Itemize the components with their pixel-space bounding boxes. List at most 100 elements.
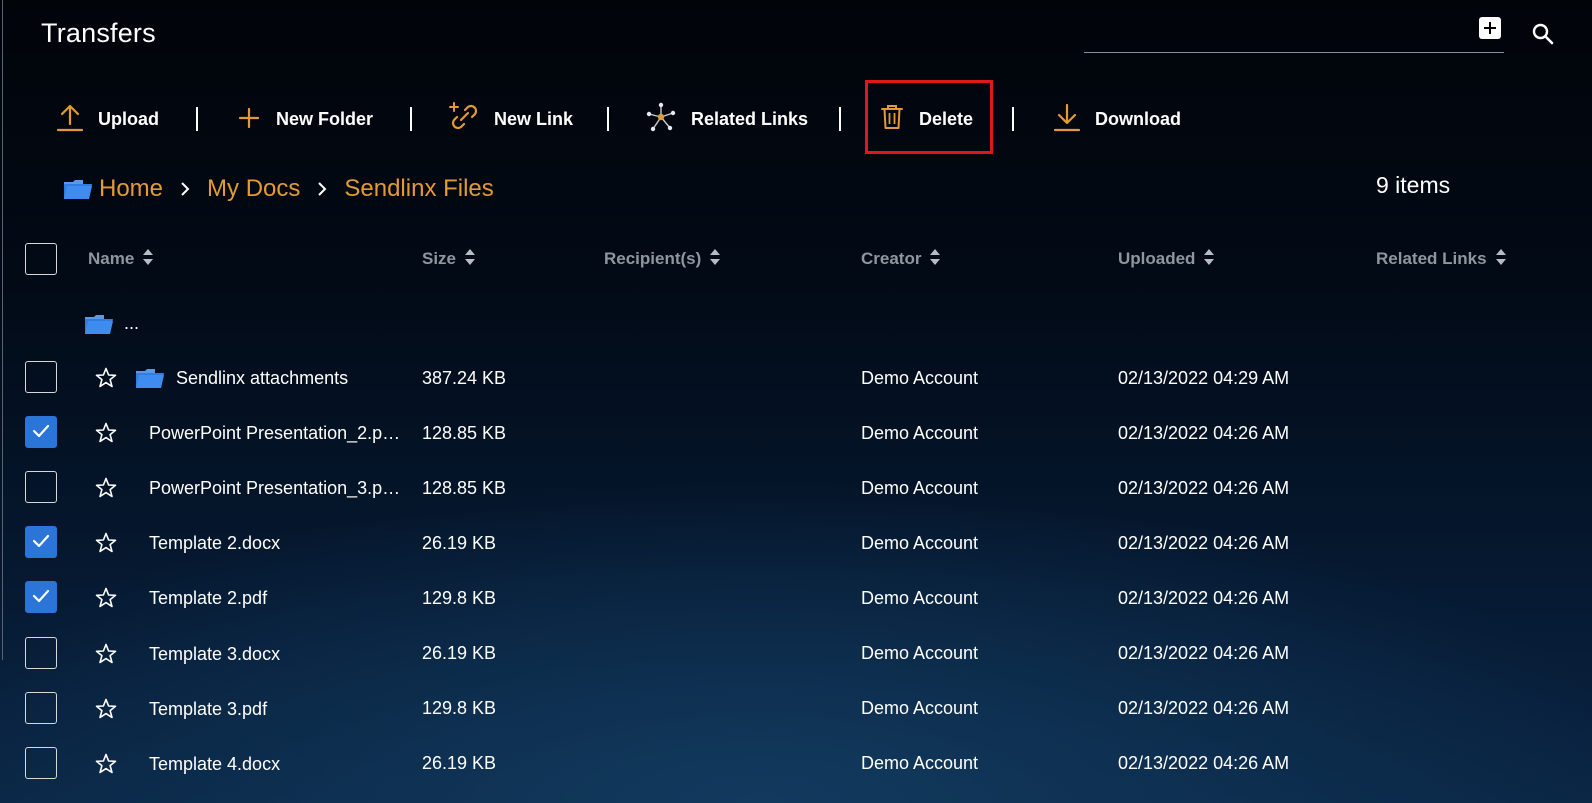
chevron-right-icon [163,181,207,197]
upload-label: Upload [98,108,159,129]
checkmark-icon [31,531,51,556]
file-name[interactable]: Sendlinx attachments [176,361,404,395]
star-icon[interactable] [94,421,118,445]
file-creator: Demo Account [861,643,979,663]
column-header-label: Uploaded [1118,249,1196,268]
related-links-button[interactable]: Related Links [645,100,808,138]
open-folder-icon [63,177,93,201]
upload-icon [56,102,84,137]
folder-icon [135,366,165,395]
checkmark-icon [31,586,51,611]
star-icon[interactable] [94,752,118,776]
row-checkbox[interactable] [25,636,57,669]
toolbar-separator [196,107,198,131]
table-row[interactable]: PowerPoint Presentation_3.pptx 128.85 KB D… [0,471,1592,526]
new-link-button[interactable]: New Link [448,100,573,138]
star-icon[interactable] [94,531,118,555]
breadcrumb-my-docs[interactable]: My Docs [207,175,300,203]
star-icon[interactable] [94,642,118,666]
file-size: 129.8 KB [422,698,497,719]
new-folder-button[interactable]: New Folder [236,100,373,138]
table-row[interactable]: Template 3.pdf 129.8 KB Demo Account 02/13/… [0,691,1592,747]
file-creator: Demo Account [861,698,979,719]
column-header-label: Size [422,249,457,268]
download-button[interactable]: Download [1053,100,1181,138]
star-icon[interactable] [94,476,118,500]
file-size: 128.85 KB [422,422,507,443]
row-checkbox[interactable] [25,471,57,504]
plus-square-icon[interactable] [1479,17,1501,39]
file-creator: Demo Account [861,532,979,553]
column-header-related-links[interactable]: Related Links [1376,248,1507,270]
network-icon [645,102,677,137]
toolbar-separator [1012,107,1014,131]
table-row[interactable]: Sendlinx attachments 387.24 KB Demo Accoun… [0,361,1592,416]
column-header-recipients[interactable]: Recipient(s) [604,248,721,270]
file-name[interactable]: Template 2.pdf [149,581,404,615]
file-uploaded: 02/13/2022 04:26 AM [1118,698,1290,719]
star-icon[interactable] [94,697,118,721]
download-label: Download [1095,108,1181,129]
table-row[interactable]: PowerPoint Presentation_2.pptx 128.85 KB D… [0,416,1592,471]
file-creator: Demo Account [861,587,979,608]
add-link-icon [448,101,480,138]
column-header-creator[interactable]: Creator [861,248,941,270]
row-checkbox[interactable] [25,746,57,779]
column-header-label: Related Links [1376,249,1487,268]
column-header-name[interactable]: Name [88,248,154,270]
file-uploaded: 02/13/2022 04:26 AM [1118,587,1290,608]
file-creator: Demo Account [861,367,979,388]
search-input[interactable] [1084,20,1464,50]
page-title: Transfers [41,18,156,48]
column-header-size[interactable]: Size [422,248,476,270]
column-header-uploaded[interactable]: Uploaded [1118,248,1215,270]
table-row[interactable]: Template 2.pdf 129.8 KB Demo Account 02/13/… [0,581,1592,636]
star-icon[interactable] [94,586,118,610]
sort-icon [1203,248,1215,271]
file-creator: Demo Account [861,753,979,774]
search-underline [1084,52,1504,53]
delete-label: Delete [919,108,974,129]
parent-folder-label: ... [124,312,140,333]
column-header-label: Name [88,249,135,268]
plus-icon [236,104,262,135]
search-icon[interactable] [1530,21,1556,47]
checkmark-icon [31,421,51,446]
row-checkbox[interactable] [25,691,57,724]
file-name[interactable]: Template 3.pdf [149,692,404,726]
file-name[interactable]: PowerPoint Presentation_3.pptx [149,471,404,505]
file-name[interactable]: Template 4.docx [149,747,404,781]
table-row[interactable]: Template 3.docx 26.19 KB Demo Account 02/13… [0,636,1592,692]
row-checkbox[interactable] [25,526,57,559]
file-name[interactable]: Template 2.docx [149,526,404,560]
item-count: 9 items [1376,172,1451,198]
breadcrumb-home[interactable]: Home [99,175,163,203]
file-uploaded: 02/13/2022 04:26 AM [1118,643,1290,663]
row-checkbox[interactable] [25,581,57,614]
breadcrumb-sendlinx-files[interactable]: Sendlinx Files [344,175,493,203]
sort-icon [709,248,721,271]
upload-button[interactable]: Upload [56,100,159,138]
trash-icon [879,103,905,136]
select-all-checkbox[interactable] [25,243,57,275]
file-size: 26.19 KB [422,532,497,553]
file-uploaded: 02/13/2022 04:26 AM [1118,753,1290,774]
row-checkbox[interactable] [25,416,57,449]
chevron-right-icon [300,181,344,197]
table-row[interactable]: Template 2.docx 26.19 KB Demo Account 02/13… [0,526,1592,581]
delete-button[interactable]: Delete [879,100,973,138]
table-row[interactable]: Template 4.docx 26.19 KB Demo Account 02/13… [0,746,1592,802]
download-icon [1053,102,1081,137]
column-header-label: Recipient(s) [604,249,702,268]
sort-icon [929,248,941,271]
parent-folder-row[interactable]: ... [0,310,1592,365]
file-size: 387.24 KB [422,367,507,388]
star-icon[interactable] [94,366,118,390]
file-name[interactable]: PowerPoint Presentation_2.pptx [149,416,404,450]
file-uploaded: 02/13/2022 04:26 AM [1118,532,1290,553]
file-name[interactable]: Template 3.docx [149,637,404,671]
file-uploaded: 02/13/2022 04:26 AM [1118,422,1290,443]
file-creator: Demo Account [861,422,979,443]
row-checkbox[interactable] [25,361,57,393]
toolbar-separator [410,107,412,131]
